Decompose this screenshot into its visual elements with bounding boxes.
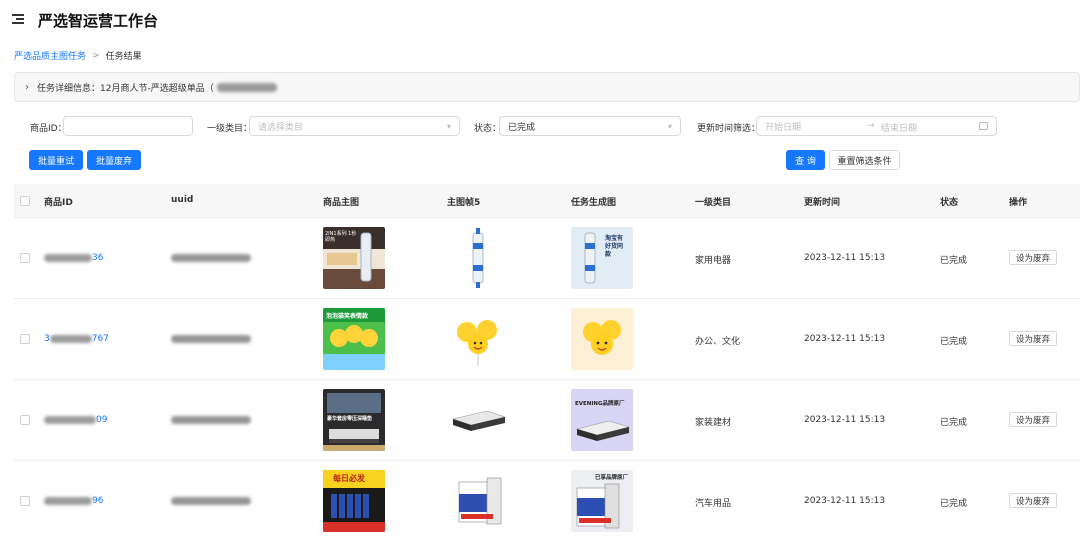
update-time-cell: 2023-12-11 15:13 — [804, 496, 886, 506]
task-detail-label: 任务详细信息：12月商人节-严选超级单品（ — [37, 83, 214, 94]
batch-retry-button[interactable]: 批量重试 — [29, 150, 83, 170]
calendar-icon — [979, 122, 988, 130]
redacted-uuid — [171, 254, 251, 262]
select-all-checkbox[interactable] — [20, 196, 30, 206]
breadcrumb: 严选品质主图任务 > 任务结果 — [14, 49, 142, 63]
category-cell: 家用电器 — [695, 256, 732, 266]
redacted-id — [44, 415, 96, 424]
main-image-caption: 泡泡猫笑表情款 — [326, 313, 369, 320]
breadcrumb-parent-link[interactable]: 严选品质主图任务 — [14, 49, 86, 62]
product-main-image[interactable]: 每日必发 — [323, 470, 385, 532]
main-image-caption: 2IN1系列 1秒即热 — [325, 231, 357, 243]
product-main-image[interactable]: 泡泡猫笑表情款 — [323, 308, 385, 370]
col-actions: 操作 — [1009, 198, 1028, 208]
product-id-link[interactable]: 09 — [44, 415, 107, 425]
task-detail-panel[interactable]: › 任务详细信息：12月商人节-严选超级单品（ — [14, 72, 1080, 102]
menu-fold-icon[interactable] — [12, 14, 24, 24]
table-row[interactable]: 36 2IN1系列 1秒即热 淘宝有好货同款 家用电器 2023-12-11 1… — [14, 218, 1080, 299]
end-date-placeholder: 结束日期 — [881, 124, 918, 134]
category-placeholder: 请选择类目 — [258, 122, 304, 133]
row-checkbox[interactable] — [20, 496, 30, 506]
main-image-caption: 豪华套房零压深睡垫 — [327, 416, 373, 422]
col-status: 状态 — [940, 198, 959, 208]
generated-caption: EVENING品牌原厂 — [575, 401, 625, 407]
status-select[interactable]: 已完成 ▾ — [499, 116, 681, 136]
filter-bar: 商品ID： 一级类目： 请选择类目 ▾ 状态： 已完成 ▾ 更新时间筛选： 开始… — [0, 116, 1080, 138]
reset-filters-button[interactable]: 重置筛选条件 — [829, 150, 900, 170]
redacted-uuid — [171, 416, 251, 424]
category-cell: 家装建材 — [695, 418, 732, 428]
page: 严选智运营工作台 严选品质主图任务 > 任务结果 › 任务详细信息：12月商人节… — [0, 0, 1080, 536]
redacted-id — [44, 496, 92, 505]
row-checkbox[interactable] — [20, 334, 30, 344]
status-cell: 已完成 — [940, 499, 968, 509]
chevron-right-icon[interactable]: › — [25, 82, 29, 93]
main-image-caption: 每日必发 — [333, 474, 365, 483]
col-uuid[interactable]: uuid — [171, 195, 193, 205]
frame5-image[interactable] — [447, 308, 509, 370]
redacted-uuid — [171, 335, 251, 343]
redacted-task-name — [216, 82, 277, 92]
product-id-input[interactable] — [63, 116, 193, 136]
table-row[interactable]: 96 每日必发 已享品牌原厂 汽车用品 2023-12-11 15:13 已完成… — [14, 461, 1080, 536]
breadcrumb-current: 任务结果 — [105, 52, 142, 62]
set-discard-button[interactable]: 设为废弃 — [1009, 493, 1058, 508]
redacted-uuid — [171, 497, 251, 505]
frame5-image[interactable] — [447, 227, 509, 289]
status-cell: 已完成 — [940, 256, 968, 266]
set-discard-button[interactable]: 设为废弃 — [1009, 331, 1058, 346]
redacted-id — [44, 253, 92, 262]
date-range-picker[interactable]: 开始日期 → 结束日期 — [756, 116, 997, 136]
status-cell: 已完成 — [940, 418, 968, 428]
app-title: 严选智运营工作台 — [38, 12, 159, 30]
status-value: 已完成 — [508, 122, 536, 133]
product-id-link[interactable]: 3 767 — [44, 334, 109, 344]
row-checkbox[interactable] — [20, 253, 30, 263]
frame5-image[interactable] — [447, 389, 509, 451]
generated-caption: 淘宝有好货同款 — [605, 235, 624, 258]
col-update-time[interactable]: 更新时间 — [804, 195, 840, 208]
table-header: 商品ID uuid 商品主图 主图帧5 任务生成图 一级类目 更新时间 状态 操… — [14, 184, 1080, 218]
product-id-link[interactable]: 96 — [44, 496, 103, 506]
chevron-down-icon: ▾ — [667, 122, 672, 131]
generated-image[interactable]: 淘宝有好货同款 — [571, 227, 633, 289]
chevron-down-icon: ▾ — [446, 122, 451, 131]
category-cell: 汽车用品 — [695, 499, 732, 509]
start-date-placeholder: 开始日期 — [765, 122, 802, 133]
category-select[interactable]: 请选择类目 ▾ — [249, 116, 460, 136]
col-product-id[interactable]: 商品ID — [44, 195, 73, 208]
table-row[interactable]: 3 767 泡泡猫笑表情款 办公、文化 2023-12-11 15:13 已完成… — [14, 299, 1080, 380]
set-discard-button[interactable]: 设为废弃 — [1009, 250, 1058, 265]
category-cell: 办公、文化 — [695, 337, 741, 347]
update-time-cell: 2023-12-11 15:13 — [804, 415, 886, 425]
breadcrumb-separator: > — [92, 50, 100, 61]
product-main-image[interactable]: 豪华套房零压深睡垫 — [323, 389, 385, 451]
update-time-cell: 2023-12-11 15:13 — [804, 334, 886, 344]
update-time-label: 更新时间筛选： — [697, 124, 761, 134]
arrow-right-icon: → — [867, 121, 875, 131]
product-main-image[interactable]: 2IN1系列 1秒即热 — [323, 227, 385, 289]
col-generated-image: 任务生成图 — [571, 198, 617, 208]
redacted-id — [49, 334, 92, 343]
set-discard-button[interactable]: 设为废弃 — [1009, 412, 1058, 427]
frame5-image[interactable] — [447, 470, 509, 532]
col-main-image: 商品主图 — [323, 198, 360, 208]
col-category: 一级类目 — [695, 198, 732, 208]
product-id-label: 商品ID： — [30, 124, 67, 134]
generated-caption: 已享品牌原厂 — [595, 475, 629, 481]
generated-image[interactable]: 已享品牌原厂 — [571, 470, 633, 532]
update-time-cell: 2023-12-11 15:13 — [804, 253, 886, 263]
generated-image[interactable]: EVENING品牌原厂 — [571, 389, 633, 451]
table-row[interactable]: 09 豪华套房零压深睡垫 EVENING品牌原厂 家装建材 2023-12-11… — [14, 380, 1080, 461]
generated-image[interactable] — [571, 308, 633, 370]
status-cell: 已完成 — [940, 337, 968, 347]
col-frame5: 主图帧5 — [447, 198, 481, 208]
batch-discard-button[interactable]: 批量废弃 — [87, 150, 141, 170]
category-label: 一级类目： — [207, 124, 253, 134]
product-id-link[interactable]: 36 — [44, 253, 103, 263]
status-label: 状态： — [474, 124, 502, 134]
query-button[interactable]: 查 询 — [786, 150, 825, 170]
row-checkbox[interactable] — [20, 415, 30, 425]
